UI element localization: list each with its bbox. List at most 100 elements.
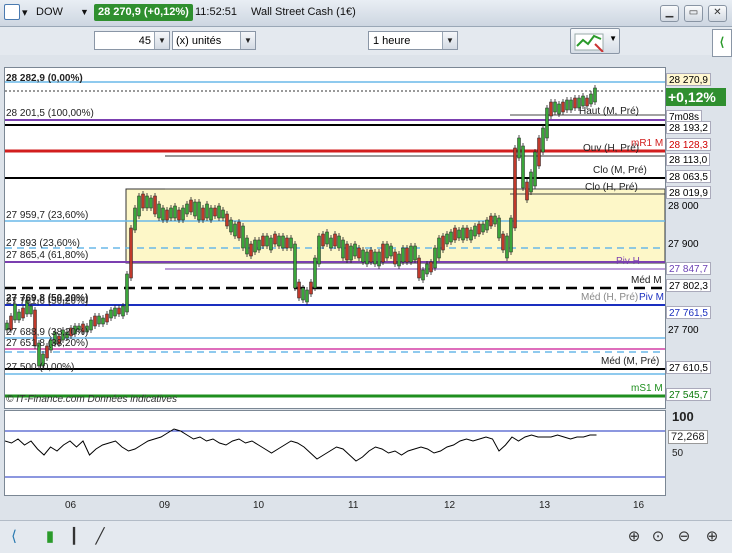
indicators-chevron-down-icon[interactable]: ▼ <box>609 34 617 43</box>
candle-body <box>341 239 345 259</box>
rsi-level-50: 50 <box>672 448 684 459</box>
candle-body <box>265 235 269 247</box>
candle-body <box>557 103 561 115</box>
zoom-out-icon[interactable]: ⊖ <box>674 527 694 547</box>
side-panel-icon[interactable]: ⟨ <box>712 29 732 57</box>
order-toolbar: 45 ▼ (x) unités ▼ 1 heure ▼ ▼ ⟨ <box>0 27 732 57</box>
candle-body <box>489 215 493 227</box>
candle-body <box>197 201 201 221</box>
candle-body <box>233 223 237 237</box>
fib-label-502b: 27 761,6 (50,20%) <box>6 296 89 307</box>
candle-body <box>357 247 361 259</box>
candle-body <box>501 233 505 251</box>
dropdown-icon[interactable]: ▼ <box>80 7 89 17</box>
candle-body <box>93 315 97 327</box>
x-tick-16: 16 <box>633 500 645 511</box>
x-tick-09: 09 <box>159 500 171 511</box>
zoom-fit-icon[interactable]: ⊙ <box>648 527 668 547</box>
candle-body <box>585 97 589 107</box>
app-icon <box>4 4 20 20</box>
zoom-in-icon[interactable]: ⊕ <box>702 527 722 547</box>
candle-body <box>145 195 149 209</box>
candle-body <box>441 235 445 251</box>
candlestick-type-icon[interactable]: ▮ <box>40 527 60 547</box>
quantity-spinner-icon[interactable]: ▼ <box>154 32 169 49</box>
candle-body <box>21 307 25 319</box>
candle-body <box>253 239 257 253</box>
candle-body <box>549 101 553 117</box>
unit-chevron-down-icon[interactable]: ▼ <box>240 32 255 49</box>
candle-body <box>269 237 273 251</box>
candle-body <box>573 97 577 109</box>
fib-label-236b: 27 893 (23,60%) <box>6 238 80 249</box>
fib-label-100: 28 201,5 (100,00%) <box>6 108 94 119</box>
candle-body <box>485 219 489 231</box>
price-axis-label: 28 128,3 <box>666 138 711 151</box>
candle-body <box>533 151 537 187</box>
maximize-button[interactable]: ▭ <box>684 5 703 22</box>
candle-body <box>421 269 425 281</box>
bar-type-icon[interactable]: ┃ <box>64 527 84 547</box>
candle-body <box>137 195 141 217</box>
share-icon[interactable]: ⟨ <box>4 527 24 547</box>
candle-body <box>325 231 329 245</box>
line-type-icon[interactable]: ╱ <box>90 527 110 547</box>
timeframe-select[interactable]: 1 heure ▼ <box>368 31 458 50</box>
indicators-icon <box>574 33 604 52</box>
candle-body <box>177 209 181 221</box>
candle-body <box>97 315 101 325</box>
price-axis-label: 28 019,9 <box>666 186 711 199</box>
candle-body <box>121 305 125 317</box>
minimize-button[interactable]: ▁ <box>660 5 679 22</box>
rsi-canvas <box>5 428 665 478</box>
unit-mode-select[interactable]: (x) unités ▼ <box>172 31 256 50</box>
candle-body <box>377 251 381 267</box>
candle-body <box>149 197 153 209</box>
candle-body <box>301 287 305 301</box>
candle-body <box>545 107 549 139</box>
candle-body <box>281 235 285 249</box>
fib-label-382b: 27 651,8 (38,20%) <box>6 338 89 349</box>
piv-m-label: Piv M <box>639 292 664 303</box>
collapse-icon[interactable]: ▾ <box>22 6 28 19</box>
candle-body <box>193 201 197 217</box>
candle-body <box>505 235 509 259</box>
timeframe-value: 1 heure <box>373 35 411 47</box>
price-axis-label: 27 802,3 <box>666 279 711 292</box>
candle-body <box>565 99 569 111</box>
indicators-button[interactable]: ▼ <box>570 28 620 54</box>
price-axis-label: 28 270,9 <box>666 73 711 86</box>
candle-body <box>169 207 173 219</box>
candle-body <box>329 237 333 249</box>
candle-body <box>213 207 217 217</box>
candle-body <box>417 257 421 279</box>
candle-body <box>201 207 205 221</box>
candle-body <box>517 137 521 159</box>
candle-body <box>461 227 465 241</box>
candle-body <box>277 235 281 247</box>
candle-body <box>29 305 33 315</box>
candle-body <box>465 227 469 239</box>
price-chart[interactable]: 28 282,9 (0,00%) 28 201,5 (100,00%) 27 9… <box>4 67 666 409</box>
med-m-label: Méd M <box>631 275 662 286</box>
candle-body <box>229 219 233 233</box>
candle-body <box>477 223 481 235</box>
candle-body <box>361 249 365 263</box>
candle-body <box>365 251 369 265</box>
candle-body <box>313 257 317 289</box>
candle-body <box>245 237 249 255</box>
close-button[interactable]: ✕ <box>708 5 727 22</box>
candle-body <box>561 101 565 113</box>
rsi-panel[interactable] <box>4 410 666 496</box>
quantity-input[interactable]: 45 ▼ <box>94 31 170 50</box>
candle-body <box>89 319 93 331</box>
timeframe-chevron-down-icon[interactable]: ▼ <box>442 32 457 49</box>
candle-body <box>345 243 349 261</box>
candle-body <box>389 245 393 257</box>
price-axis-label: 27 700 <box>668 325 699 336</box>
x-tick-12: 12 <box>444 500 456 511</box>
candle-body <box>369 249 373 263</box>
crosshair-icon[interactable]: ⊕ <box>624 527 644 547</box>
candle-body <box>257 239 261 251</box>
x-tick-10: 10 <box>253 500 265 511</box>
